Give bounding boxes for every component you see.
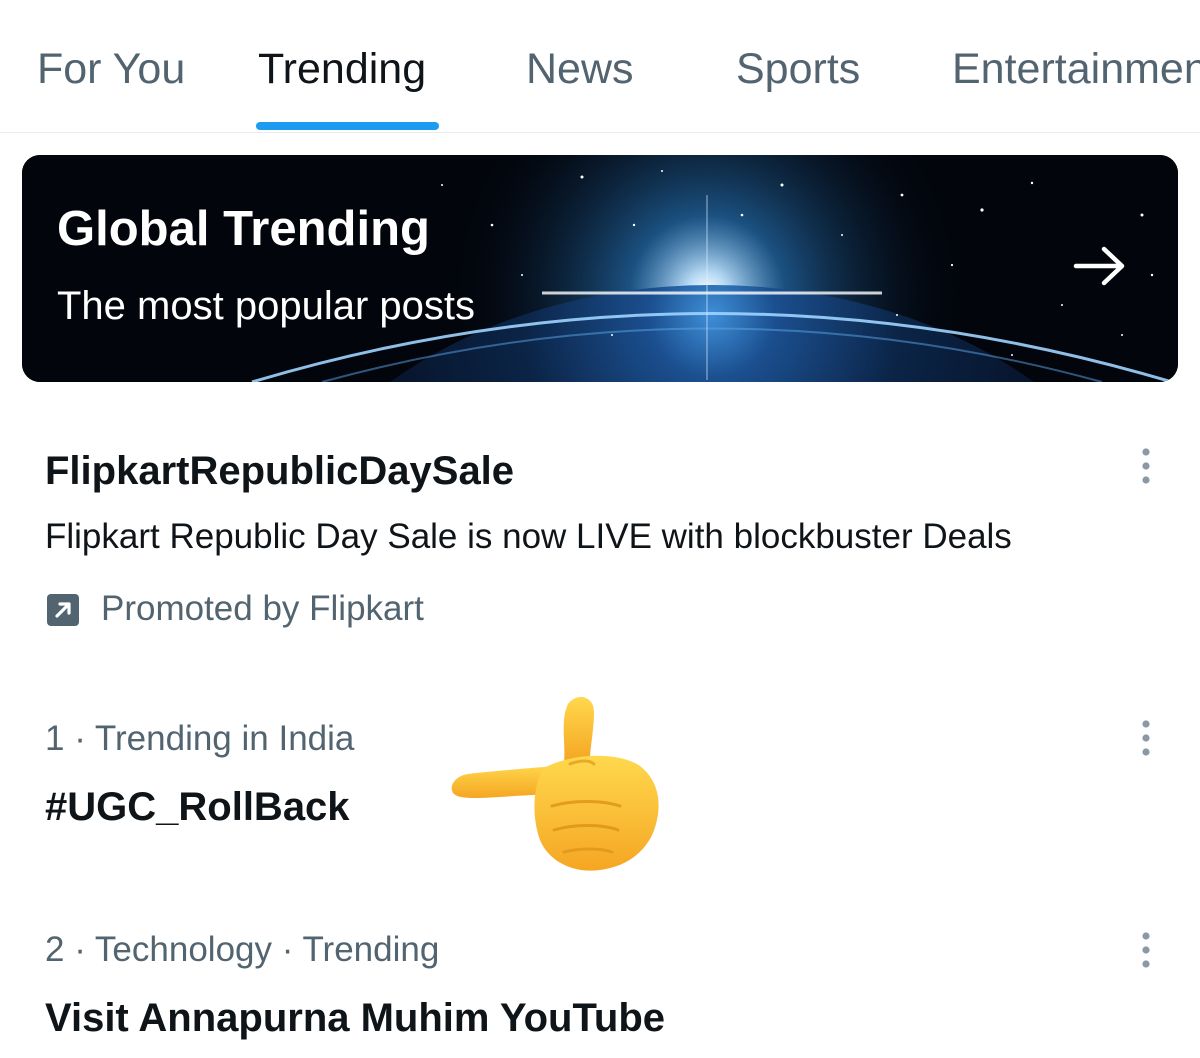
tab-trending[interactable]: Trending: [258, 44, 426, 94]
trend-title: Visit Annapurna Muhim YouTube: [45, 996, 666, 1040]
global-trending-banner[interactable]: Global Trending The most popular posts: [22, 155, 1178, 382]
explore-page: For You Trending News Sports Entertainme…: [0, 0, 1200, 1058]
trend-meta: 2 · Technology · Trending: [45, 930, 440, 969]
promoted-trend-description: Flipkart Republic Day Sale is now LIVE w…: [45, 517, 1012, 556]
more-options-icon[interactable]: [1128, 718, 1164, 758]
tab-entertainment[interactable]: Entertainment: [952, 44, 1200, 94]
banner-subtitle: The most popular posts: [57, 284, 475, 328]
tab-sports[interactable]: Sports: [736, 44, 860, 94]
banner-title: Global Trending: [57, 202, 430, 256]
tab-for-you[interactable]: For You: [37, 44, 185, 94]
trend-meta: 1 · Trending in India: [45, 719, 355, 758]
promoted-trend-title: FlipkartRepublicDaySale: [45, 449, 515, 493]
trend-title: #UGC_RollBack: [45, 785, 350, 829]
arrow-right-icon[interactable]: [1072, 245, 1128, 287]
more-options-icon[interactable]: [1128, 446, 1164, 486]
promoted-by-text: Promoted by Flipkart: [101, 589, 424, 628]
active-tab-indicator: [256, 122, 439, 130]
promoted-arrow-icon: [47, 594, 79, 626]
backhand-index-pointing-left-emoji: [451, 697, 659, 871]
more-options-icon[interactable]: [1128, 930, 1164, 970]
tab-news[interactable]: News: [526, 44, 634, 94]
earth-space-background: [22, 155, 1178, 382]
explore-tab-bar: For You Trending News Sports Entertainme…: [0, 0, 1200, 133]
